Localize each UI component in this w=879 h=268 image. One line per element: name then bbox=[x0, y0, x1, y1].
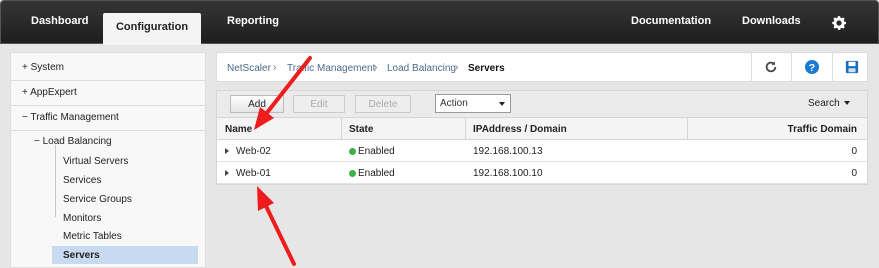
sidebar-item-metric-tables[interactable]: Metric Tables bbox=[63, 231, 122, 242]
search-button[interactable]: Search bbox=[808, 98, 850, 109]
ip-address: 192.168.100.10 bbox=[473, 168, 543, 179]
divider bbox=[10, 80, 206, 81]
divider bbox=[791, 53, 792, 81]
table-row[interactable]: Web-01 Enabled 192.168.100.10 0 bbox=[217, 162, 867, 184]
save-icon[interactable] bbox=[845, 60, 859, 74]
tab-dashboard[interactable]: Dashboard bbox=[31, 15, 88, 27]
sidebar-item-service-groups[interactable]: Service Groups bbox=[63, 194, 132, 205]
expand-row-icon[interactable] bbox=[225, 148, 229, 154]
chevron-right-icon: › bbox=[273, 62, 277, 73]
chevron-down-icon bbox=[843, 101, 850, 106]
table-header: Name State IPAddress / Domain Traffic Do… bbox=[217, 118, 867, 140]
downloads-link[interactable]: Downloads bbox=[742, 15, 801, 27]
chevron-right-icon: › bbox=[455, 62, 459, 73]
main-content: NetScaler › Traffic Management › Load Ba… bbox=[206, 44, 879, 268]
chevron-right-icon: › bbox=[374, 62, 378, 73]
status-green-icon bbox=[349, 148, 356, 155]
tab-reporting[interactable]: Reporting bbox=[227, 15, 279, 27]
divider bbox=[832, 53, 833, 81]
expand-row-icon[interactable] bbox=[225, 170, 229, 176]
state-cell: Enabled bbox=[349, 168, 395, 179]
documentation-link[interactable]: Documentation bbox=[631, 15, 711, 27]
sidebar-item-load-balancing[interactable]: − Load Balancing bbox=[34, 136, 112, 147]
search-label: Search bbox=[808, 98, 840, 109]
state-label: Enabled bbox=[358, 168, 395, 179]
edit-button[interactable]: Edit bbox=[293, 95, 345, 113]
breadcrumb: NetScaler › Traffic Management › Load Ba… bbox=[216, 52, 868, 82]
breadcrumb-netscaler[interactable]: NetScaler bbox=[227, 63, 271, 74]
chevron-down-icon bbox=[499, 102, 505, 106]
expand-icon: + bbox=[22, 87, 28, 98]
column-header-ip[interactable]: IPAddress / Domain bbox=[473, 124, 567, 135]
help-icon[interactable]: ? bbox=[805, 60, 819, 74]
column-header-traffic-domain[interactable]: Traffic Domain bbox=[788, 124, 857, 135]
state-cell: Enabled bbox=[349, 146, 395, 157]
ip-address: 192.168.100.13 bbox=[473, 146, 543, 157]
column-divider bbox=[341, 118, 342, 140]
collapse-icon: − bbox=[34, 136, 40, 147]
breadcrumb-load-balancing[interactable]: Load Balancing bbox=[387, 63, 456, 74]
action-dropdown[interactable]: Action bbox=[435, 94, 511, 113]
servers-table: Name State IPAddress / Domain Traffic Do… bbox=[216, 117, 868, 185]
column-divider bbox=[465, 118, 466, 140]
action-dropdown-label: Action bbox=[440, 98, 468, 109]
server-name: Web-02 bbox=[236, 146, 271, 157]
svg-text:?: ? bbox=[809, 62, 815, 74]
divider bbox=[751, 53, 752, 81]
divider bbox=[10, 130, 206, 131]
sidebar-item-services[interactable]: Services bbox=[63, 175, 101, 186]
tree-line bbox=[55, 145, 56, 217]
column-divider bbox=[687, 118, 688, 140]
divider bbox=[10, 105, 206, 106]
sidebar-item-monitors[interactable]: Monitors bbox=[63, 213, 101, 224]
table-row[interactable]: Web-02 Enabled 192.168.100.13 0 bbox=[217, 140, 867, 162]
server-name: Web-01 bbox=[236, 168, 271, 179]
sidebar-item-system[interactable]: + System bbox=[22, 62, 64, 73]
refresh-icon[interactable] bbox=[764, 60, 778, 74]
traffic-domain: 0 bbox=[851, 168, 857, 179]
collapse-icon: − bbox=[22, 112, 28, 123]
breadcrumb-traffic-management[interactable]: Traffic Management bbox=[287, 63, 375, 74]
status-green-icon bbox=[349, 170, 356, 177]
gear-icon[interactable] bbox=[830, 14, 848, 32]
breadcrumb-servers: Servers bbox=[468, 63, 505, 74]
state-label: Enabled bbox=[358, 146, 395, 157]
delete-button[interactable]: Delete bbox=[355, 95, 411, 113]
column-header-state[interactable]: State bbox=[349, 124, 373, 135]
sidebar-item-appexpert[interactable]: + AppExpert bbox=[22, 87, 77, 98]
traffic-domain: 0 bbox=[851, 146, 857, 157]
column-header-name[interactable]: Name bbox=[225, 124, 252, 135]
sidebar-item-virtual-servers[interactable]: Virtual Servers bbox=[63, 156, 128, 167]
sidebar-item-servers[interactable]: Servers bbox=[63, 250, 100, 261]
top-nav-bar: Dashboard Configuration Reporting Docume… bbox=[0, 0, 879, 45]
sidebar-item-traffic-management[interactable]: − Traffic Management bbox=[22, 112, 119, 123]
expand-icon: + bbox=[22, 62, 28, 73]
grid-toolbar: Add Edit Delete Action Search bbox=[216, 90, 868, 117]
add-button[interactable]: Add bbox=[230, 95, 284, 113]
tab-configuration[interactable]: Configuration bbox=[103, 13, 201, 45]
